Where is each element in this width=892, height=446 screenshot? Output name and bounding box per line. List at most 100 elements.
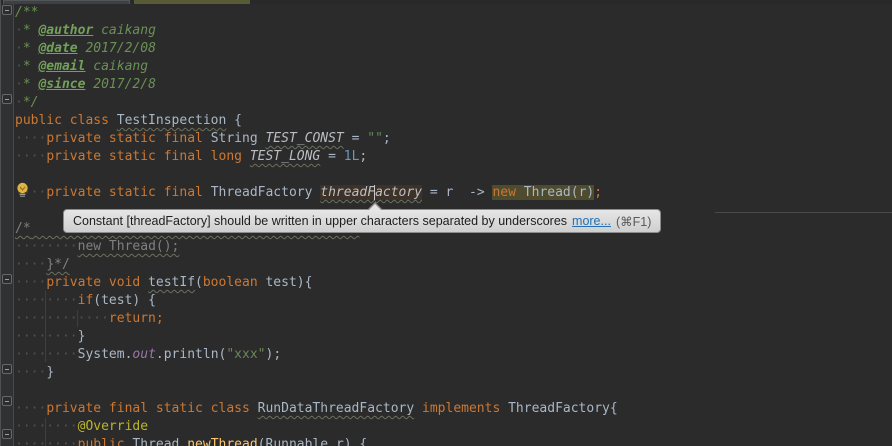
code-line[interactable]: ·* @since 2017/2/8 bbox=[15, 76, 618, 94]
tab-inactive[interactable] bbox=[3, 0, 130, 4]
code-line[interactable]: ········new Thread(); bbox=[15, 238, 618, 256]
code-line[interactable]: public class TestInspection { bbox=[15, 112, 618, 130]
code-token: (Runnable r) { bbox=[258, 437, 368, 446]
code-token: ( bbox=[195, 275, 203, 290]
code-token: public bbox=[78, 437, 133, 446]
code-token: implements bbox=[414, 401, 508, 416]
code-token: * bbox=[23, 41, 39, 56]
code-line[interactable]: ····private final static class RunDataTh… bbox=[15, 400, 618, 418]
code-line[interactable]: ····private static final ThreadFactory t… bbox=[15, 184, 618, 202]
editor-tab-strip bbox=[1, 0, 892, 4]
code-line[interactable]: ·* @email caikang bbox=[15, 58, 618, 76]
code-token: @date bbox=[38, 41, 77, 56]
code-token: } bbox=[46, 365, 54, 380]
code-token: caikang bbox=[93, 23, 156, 38]
fold-marker-icon[interactable] bbox=[2, 364, 12, 374]
code-token: * bbox=[23, 59, 39, 74]
code-token: ThreadFactory{ bbox=[508, 401, 618, 416]
code-token: ; bbox=[383, 131, 391, 146]
code-line[interactable]: ········System.out.println("xxx"); bbox=[15, 346, 618, 364]
code-token: private static final bbox=[46, 185, 210, 200]
code-token: · bbox=[15, 41, 23, 56]
code-token: Thread bbox=[132, 437, 187, 446]
code-token: test){ bbox=[258, 275, 313, 290]
code-token: 2017/2/8 bbox=[85, 77, 155, 92]
code-line[interactable]: ····}*/ bbox=[15, 256, 618, 274]
code-token: ········ bbox=[15, 437, 78, 446]
code-token: = bbox=[320, 149, 343, 164]
intention-bulb-icon[interactable] bbox=[14, 181, 31, 199]
code-token: { bbox=[226, 113, 242, 128]
code-token: ············ bbox=[15, 311, 109, 326]
code-token: @Override bbox=[78, 419, 148, 434]
code-line[interactable]: /** bbox=[15, 4, 618, 22]
code-token: TEST_LONG bbox=[250, 149, 320, 164]
code-token: · bbox=[15, 77, 23, 92]
code-line[interactable]: ········@Override bbox=[15, 418, 618, 436]
code-token: /* bbox=[15, 221, 31, 236]
code-token: ; bbox=[359, 149, 367, 164]
code-token: String bbox=[211, 131, 266, 146]
code-token: ········ bbox=[15, 419, 78, 434]
code-token: testIf bbox=[148, 275, 195, 290]
code-line[interactable] bbox=[15, 382, 618, 400]
code-token: private void bbox=[46, 275, 148, 290]
code-token: 1L bbox=[344, 149, 360, 164]
code-token: actory bbox=[375, 185, 422, 200]
code-token: · bbox=[15, 59, 23, 74]
inspection-message: Constant [threadFactory] should be writt… bbox=[73, 214, 567, 228]
code-token: "xxx" bbox=[226, 347, 265, 362]
code-line[interactable]: ········public Thread newThread(Runnable… bbox=[15, 436, 618, 446]
code-token: ···· bbox=[15, 257, 46, 272]
code-token: ········ bbox=[15, 347, 78, 362]
code-token: TEST_CONST bbox=[265, 131, 343, 146]
code-token: 2017/2/08 bbox=[78, 41, 156, 56]
code-token: * bbox=[23, 23, 39, 38]
code-token: private static final bbox=[46, 131, 210, 146]
editor-gutter bbox=[1, 4, 14, 446]
code-token: .println( bbox=[156, 347, 226, 362]
code-token: TestInspection bbox=[117, 113, 227, 128]
code-token: @author bbox=[38, 23, 93, 38]
code-line[interactable]: ············return; bbox=[15, 310, 618, 328]
code-line[interactable] bbox=[15, 166, 618, 184]
code-token: System. bbox=[78, 347, 133, 362]
code-line[interactable]: ·*/ bbox=[15, 94, 618, 112]
code-token: private static final long bbox=[46, 149, 250, 164]
more-link[interactable]: more... bbox=[572, 214, 611, 228]
code-token: ········ bbox=[15, 293, 78, 308]
code-line[interactable]: ········if(test) { bbox=[15, 292, 618, 310]
code-token: /** bbox=[15, 5, 38, 20]
code-line[interactable]: ········} bbox=[15, 328, 618, 346]
code-token: caikang bbox=[85, 59, 148, 74]
code-token: = bbox=[344, 131, 367, 146]
code-token: RunDataThreadFactory bbox=[258, 401, 415, 416]
code-line[interactable]: ····} bbox=[15, 364, 618, 382]
code-token: boolean bbox=[203, 275, 258, 290]
code-token: ···· bbox=[15, 365, 46, 380]
code-token: */ bbox=[23, 95, 39, 110]
code-line[interactable]: ·* @date 2017/2/08 bbox=[15, 40, 618, 58]
code-line[interactable]: ·* @author caikang bbox=[15, 22, 618, 40]
code-token: ThreadFactory bbox=[211, 185, 321, 200]
tab-active[interactable] bbox=[134, 0, 250, 4]
code-line[interactable]: ····private static final String TEST_CON… bbox=[15, 130, 618, 148]
code-token: * bbox=[23, 77, 39, 92]
code-token: @since bbox=[38, 77, 85, 92]
code-token: Thread(r) bbox=[524, 185, 594, 200]
code-token: ; bbox=[594, 185, 602, 200]
code-token: new bbox=[492, 185, 523, 200]
code-token: · bbox=[15, 95, 23, 110]
code-line[interactable]: ····private static final long TEST_LONG … bbox=[15, 148, 618, 166]
inspection-tooltip: Constant [threadFactory] should be writt… bbox=[63, 209, 661, 233]
fold-marker-icon[interactable] bbox=[2, 396, 12, 406]
fold-marker-icon[interactable] bbox=[2, 94, 12, 104]
code-token: (test) { bbox=[93, 293, 156, 308]
fold-marker-icon[interactable] bbox=[2, 429, 12, 439]
code-token: new Thread(); bbox=[78, 239, 180, 254]
code-token: ···· bbox=[15, 275, 46, 290]
code-token: ···· bbox=[15, 131, 46, 146]
code-line[interactable]: ····private void testIf(boolean test){ bbox=[15, 274, 618, 292]
fold-marker-icon[interactable] bbox=[2, 274, 12, 284]
fold-marker-icon[interactable] bbox=[2, 5, 12, 15]
